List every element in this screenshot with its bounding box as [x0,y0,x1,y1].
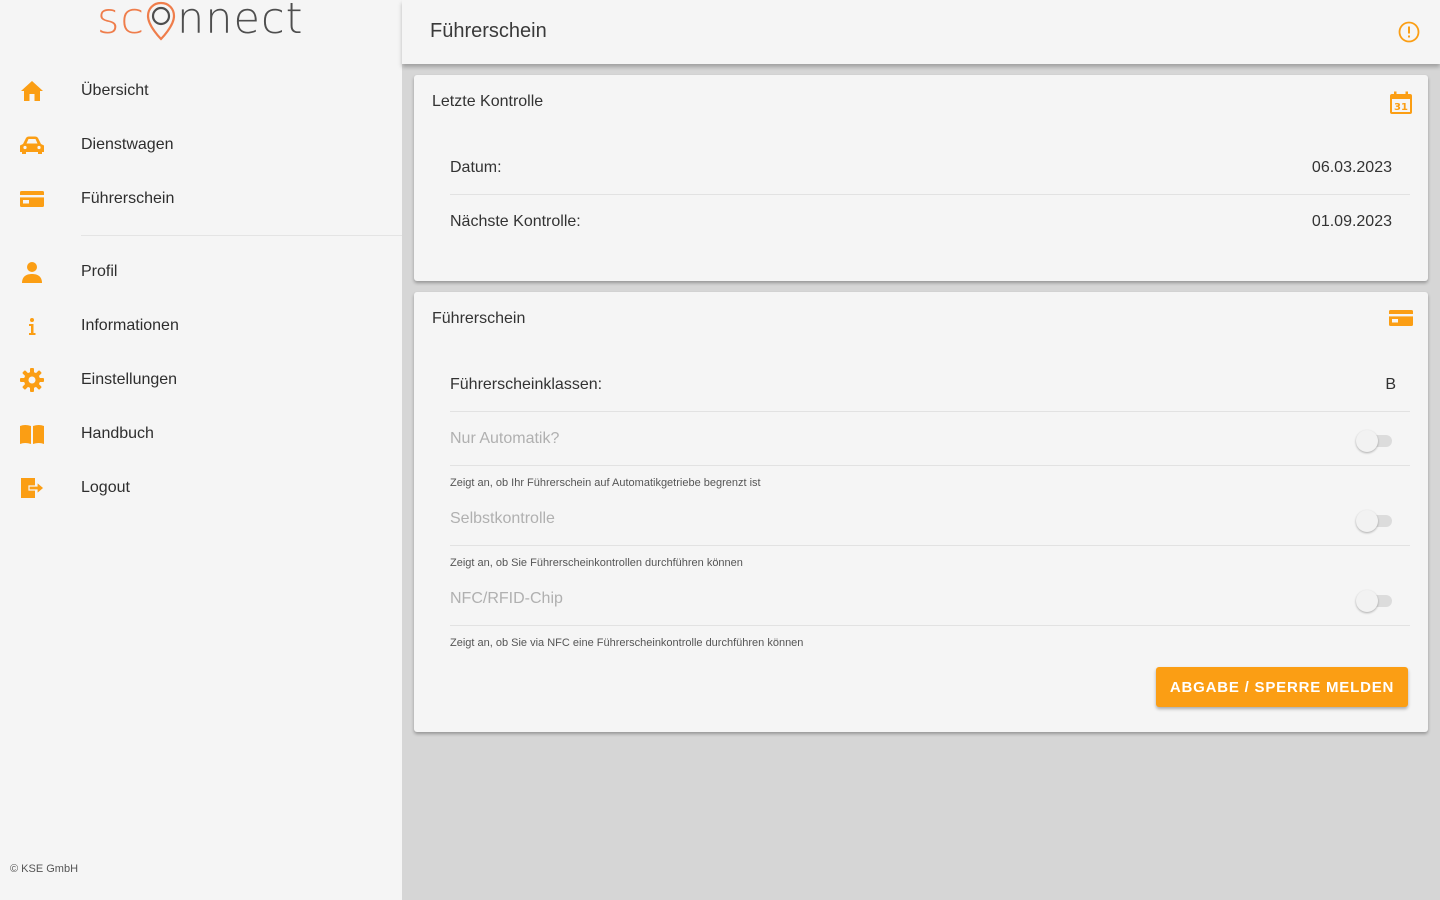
book-icon [18,420,46,448]
row-value: 01.09.2023 [1311,213,1392,230]
calendar-day-text: 31 [1394,102,1408,113]
row-label: Selbstkontrolle [450,510,555,527]
nfc-chip-row: NFC/RFID-Chip [450,572,1410,626]
nav-divider [81,235,402,236]
sidebar-item-dienstwagen[interactable]: Dienstwagen [0,118,402,172]
automatic-only-row: Nur Automatik? [450,412,1410,466]
license-classes-row: Führerscheinklassen: B [450,358,1410,412]
person-icon [18,258,46,286]
row-hint: Zeigt an, ob Sie Führerscheinkontrollen … [450,557,743,569]
nfc-chip-toggle[interactable] [1356,590,1394,612]
sidebar-item-informationen[interactable]: Informationen [0,299,402,353]
license-card-icon [18,185,46,213]
sidebar-item-label: Einstellungen [81,371,178,388]
sidebar-item-label: Logout [81,479,130,496]
info-circle-icon[interactable] [1398,21,1420,43]
automatic-only-toggle[interactable] [1356,430,1394,452]
row-hint: Zeigt an, ob Ihr Führerschein auf Automa… [450,477,761,489]
sidebar-item-handbuch[interactable]: Handbuch [0,407,402,461]
app-header: Führerschein [402,0,1440,64]
gear-icon [18,366,46,394]
calendar-icon: 31 [1388,90,1414,116]
self-control-toggle[interactable] [1356,510,1394,532]
sidebar-item-label: Führerschein [81,190,175,207]
next-control-row: Nächste Kontrolle: 01.09.2023 [450,195,1410,249]
row-value: 06.03.2023 [1311,159,1392,176]
sidebar-item-label: Übersicht [81,82,149,99]
sidebar-item-uebersicht[interactable]: Übersicht [0,64,402,118]
last-control-card: Letzte Kontrolle 31 Datum: 06.03.2023 Nä… [414,75,1428,281]
sidebar-item-einstellungen[interactable]: Einstellungen [0,353,402,407]
main-nav: Übersicht Dienstwagen Führerschein Profi… [0,64,402,515]
license-card-icon [1388,307,1414,333]
sidebar-item-logout[interactable]: Logout [0,461,402,515]
page-title: Führerschein [430,20,547,42]
row-label: Datum: [450,159,502,176]
row-hint: Zeigt an, ob Sie via NFC eine Führersche… [450,637,804,649]
sidebar-item-label: Informationen [81,317,179,334]
sidebar-item-label: Profil [81,263,118,280]
logo-text-right: nnect [177,0,304,44]
logout-icon [18,474,46,502]
sidebar-item-label: Handbuch [81,425,154,442]
home-icon [18,77,46,105]
self-control-row: Selbstkontrolle [450,492,1410,546]
row-label: Nur Automatik? [450,430,560,447]
sidebar-item-fuehrerschein[interactable]: Führerschein [0,172,402,226]
row-label: Führerscheinklassen: [450,376,603,393]
logo-text-left: sc [97,0,146,44]
license-classes-value: B [1385,376,1396,393]
info-icon [18,312,46,340]
sidebar-item-profil[interactable]: Profil [0,245,402,299]
copyright-footer: © KSE GmbH [10,863,79,875]
car-icon [18,131,46,159]
sidebar: sc nnect Übersicht Dienstwagen Führersche… [0,0,402,900]
sidebar-item-label: Dienstwagen [81,136,174,153]
card-title: Führerschein [432,310,526,327]
sconnect-logo: sc nnect [97,0,304,54]
card-title: Letzte Kontrolle [432,93,544,110]
report-return-block-button[interactable]: ABGABE / SPERRE MELDEN [1156,667,1408,707]
main-content: Letzte Kontrolle 31 Datum: 06.03.2023 Nä… [402,64,1440,900]
control-date-row: Datum: 06.03.2023 [450,141,1410,195]
row-label: Nächste Kontrolle: [450,213,581,230]
license-card: Führerschein Führerscheinklassen: B Nur … [414,292,1428,732]
location-pin-icon [145,0,177,41]
row-label: NFC/RFID-Chip [450,590,563,607]
